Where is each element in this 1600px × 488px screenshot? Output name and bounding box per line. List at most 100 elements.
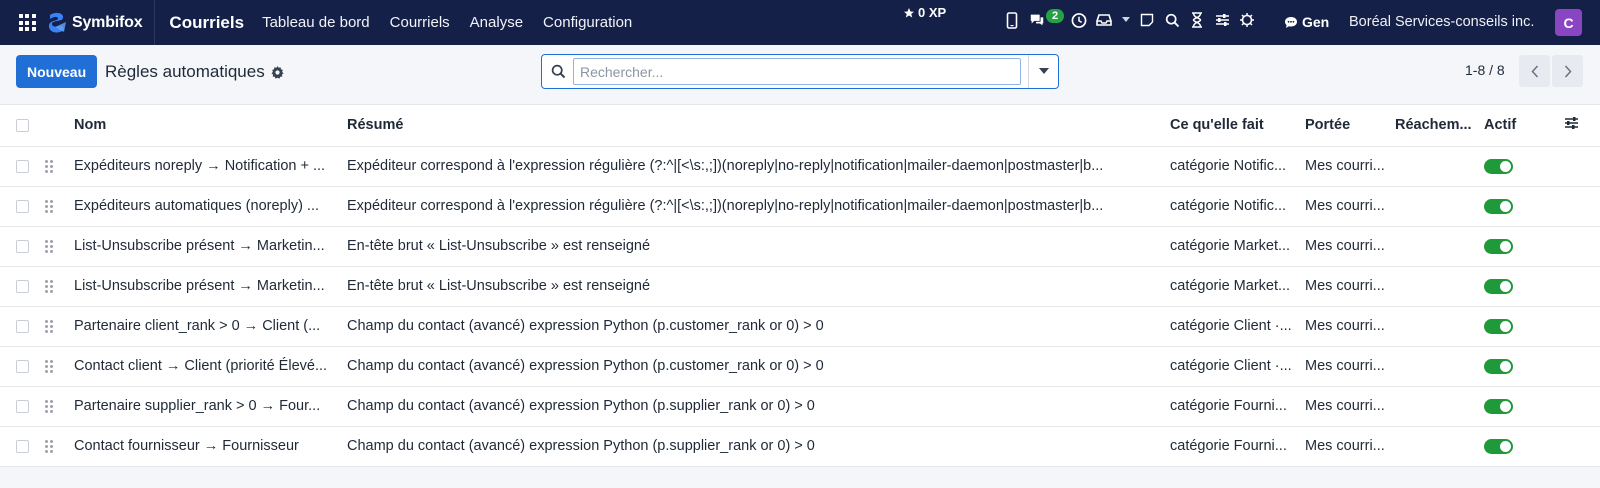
row-checkbox[interactable] — [16, 359, 29, 373]
cell-actif[interactable] — [1484, 426, 1564, 467]
active-toggle[interactable] — [1484, 278, 1513, 294]
cell-reacheminement[interactable] — [1395, 186, 1484, 227]
table-row[interactable]: List-Unsubscribe présent → Marketin... En… — [0, 226, 1600, 267]
row-select-cell[interactable] — [0, 386, 45, 427]
cell-nom[interactable]: List-Unsubscribe présent → Marketin... — [74, 266, 347, 307]
optional-columns-toggle[interactable] — [1564, 105, 1600, 147]
cell-ce-quelle-fait[interactable]: catégorie Client ·... — [1170, 306, 1305, 347]
cell-actif[interactable] — [1484, 226, 1564, 267]
table-row[interactable]: List-Unsubscribe présent → Marketin... En… — [0, 266, 1600, 307]
cell-nom[interactable]: Expéditeurs automatiques (noreply) ... — [74, 186, 347, 227]
col-resume[interactable]: Résumé — [347, 105, 1170, 147]
table-row[interactable]: Partenaire client_rank > 0 → Client (...… — [0, 306, 1600, 347]
cell-portee[interactable]: Mes courri... — [1305, 146, 1395, 187]
note-icon[interactable] — [1139, 12, 1155, 28]
active-toggle[interactable] — [1484, 198, 1513, 214]
table-row[interactable]: Expéditeurs noreply → Notification + ...… — [0, 146, 1600, 187]
cell-ce-quelle-fait[interactable]: catégorie Client ·... — [1170, 346, 1305, 387]
search-options-toggle[interactable] — [1028, 55, 1058, 88]
drag-handle-icon[interactable] — [45, 239, 53, 253]
cell-nom[interactable]: Expéditeurs noreply → Notification + ... — [74, 146, 347, 187]
row-select-cell[interactable] — [0, 146, 45, 187]
menu-analyse[interactable]: Analyse — [470, 14, 523, 31]
caret-down-icon[interactable] — [1121, 12, 1130, 28]
row-checkbox[interactable] — [16, 279, 29, 293]
cell-actif[interactable] — [1484, 146, 1564, 187]
table-row[interactable]: Contact client → Client (priorité Élevé.… — [0, 346, 1600, 387]
drag-handle-icon[interactable] — [45, 359, 53, 373]
cell-actif[interactable] — [1484, 346, 1564, 387]
cell-ce-quelle-fait[interactable]: catégorie Market... — [1170, 226, 1305, 267]
gen-assistant-button[interactable]: Gen — [1284, 14, 1329, 30]
clock-icon[interactable] — [1071, 12, 1087, 28]
brand[interactable]: Symbifox — [46, 0, 156, 45]
cell-reacheminement[interactable] — [1395, 146, 1484, 187]
apps-menu-button[interactable] — [8, 0, 46, 45]
hourglass-icon[interactable] — [1189, 12, 1205, 28]
col-nom[interactable]: Nom — [74, 105, 347, 147]
xp-counter[interactable]: 0 XP — [903, 5, 946, 20]
cell-nom[interactable]: Partenaire supplier_rank > 0 → Four... — [74, 386, 347, 427]
cell-portee[interactable]: Mes courri... — [1305, 226, 1395, 267]
row-handle-cell[interactable] — [45, 386, 74, 427]
search-input[interactable] — [573, 58, 1021, 85]
col-portee[interactable]: Portée — [1305, 105, 1395, 147]
cell-portee[interactable]: Mes courri... — [1305, 386, 1395, 427]
col-actif[interactable]: Actif — [1484, 105, 1564, 147]
drag-handle-icon[interactable] — [45, 439, 53, 453]
drag-handle-icon[interactable] — [45, 199, 53, 213]
row-select-cell[interactable] — [0, 426, 45, 467]
row-handle-cell[interactable] — [45, 146, 74, 187]
table-row[interactable]: Partenaire supplier_rank > 0 → Four... Ch… — [0, 386, 1600, 427]
row-checkbox[interactable] — [16, 319, 29, 333]
cell-ce-quelle-fait[interactable]: catégorie Fourni... — [1170, 426, 1305, 467]
cell-actif[interactable] — [1484, 306, 1564, 347]
cell-resume[interactable]: En-tête brut « List-Unsubscribe » est re… — [347, 226, 1170, 267]
bug-icon[interactable] — [1239, 12, 1255, 28]
row-checkbox[interactable] — [16, 159, 29, 173]
active-toggle[interactable] — [1484, 238, 1513, 254]
cell-resume[interactable]: Champ du contact (avancé) expression Pyt… — [347, 306, 1170, 347]
cell-reacheminement[interactable] — [1395, 226, 1484, 267]
row-handle-cell[interactable] — [45, 226, 74, 267]
company-switcher[interactable]: Boréal Services-conseils inc. — [1349, 14, 1534, 30]
cell-reacheminement[interactable] — [1395, 266, 1484, 307]
cell-portee[interactable]: Mes courri... — [1305, 306, 1395, 347]
row-handle-cell[interactable] — [45, 266, 74, 307]
user-avatar[interactable]: C — [1555, 9, 1582, 36]
pager-value[interactable]: 1-8 / 8 — [1465, 62, 1505, 78]
table-row[interactable]: Expéditeurs automatiques (noreply) ... Ex… — [0, 186, 1600, 227]
pager-previous-button[interactable] — [1519, 55, 1550, 87]
cell-resume[interactable]: Champ du contact (avancé) expression Pyt… — [347, 426, 1170, 467]
cell-ce-quelle-fait[interactable]: catégorie Notific... — [1170, 186, 1305, 227]
row-handle-cell[interactable] — [45, 186, 74, 227]
active-toggle[interactable] — [1484, 358, 1513, 374]
app-title[interactable]: Courriels — [169, 13, 244, 33]
cell-reacheminement[interactable] — [1395, 426, 1484, 467]
pager-next-button[interactable] — [1552, 55, 1583, 87]
cell-ce-quelle-fait[interactable]: catégorie Fourni... — [1170, 386, 1305, 427]
active-toggle[interactable] — [1484, 398, 1513, 414]
cell-actif[interactable] — [1484, 266, 1564, 307]
cell-resume[interactable]: Expéditeur correspond à l'expression rég… — [347, 186, 1170, 227]
col-ce-quelle-fait[interactable]: Ce qu'elle fait — [1170, 105, 1305, 147]
cell-reacheminement[interactable] — [1395, 386, 1484, 427]
cell-portee[interactable]: Mes courri... — [1305, 186, 1395, 227]
row-select-cell[interactable] — [0, 346, 45, 387]
sliders-icon[interactable] — [1214, 12, 1230, 28]
row-checkbox[interactable] — [16, 399, 29, 413]
cell-reacheminement[interactable] — [1395, 306, 1484, 347]
active-toggle[interactable] — [1484, 318, 1513, 334]
new-button[interactable]: Nouveau — [16, 55, 98, 88]
select-all-checkbox[interactable] — [16, 118, 29, 132]
row-select-cell[interactable] — [0, 186, 45, 227]
cell-reacheminement[interactable] — [1395, 346, 1484, 387]
drag-handle-icon[interactable] — [45, 399, 53, 413]
row-select-cell[interactable] — [0, 266, 45, 307]
cell-resume[interactable]: Champ du contact (avancé) expression Pyt… — [347, 346, 1170, 387]
menu-configuration[interactable]: Configuration — [543, 14, 632, 31]
menu-courriels[interactable]: Courriels — [390, 14, 450, 31]
cell-nom[interactable]: Contact client → Client (priorité Élevé.… — [74, 346, 347, 387]
table-row[interactable]: Contact fournisseur → Fournisseur Champ d… — [0, 426, 1600, 467]
gear-icon[interactable] — [271, 65, 284, 79]
